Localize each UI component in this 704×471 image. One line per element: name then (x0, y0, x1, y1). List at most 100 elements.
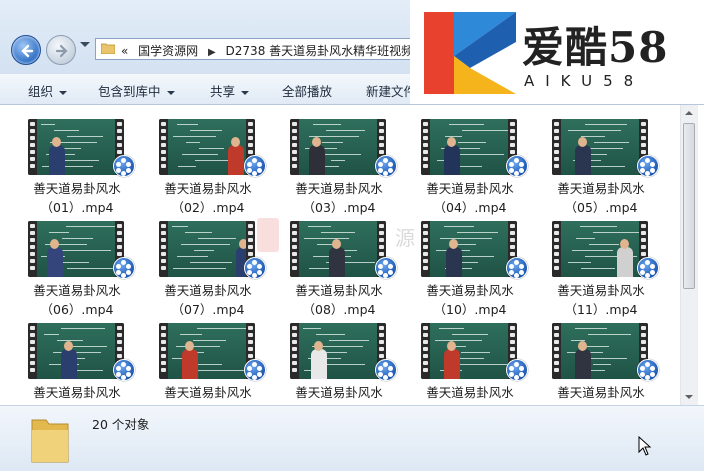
video-thumbnail (421, 119, 517, 175)
file-name-line: 善天道易卦风水 (557, 283, 645, 298)
video-file-tile[interactable]: 善天道易卦风水 （13）.mp4 (149, 315, 267, 405)
folder-icon (31, 419, 69, 463)
video-thumbnail (290, 119, 386, 175)
aiku58-logo: 爱酷58 AIKU58 (410, 0, 704, 104)
share-label: 共享 (210, 84, 236, 99)
chevron-down-icon (241, 90, 250, 95)
video-file-tile[interactable]: 善天道易卦风水 14.mp4 (411, 315, 529, 405)
video-file-tile[interactable]: 善天道易卦风水 （08）.mp4 (280, 213, 398, 317)
scroll-down-arrow-icon[interactable] (685, 395, 693, 399)
file-name: 善天道易卦风水 （10）.mp4 (411, 281, 529, 319)
video-file-tile[interactable]: 善天道易卦风水 （02）.mp4 (149, 111, 267, 215)
video-file-tile[interactable]: 善天道易卦风水 （01）.mp4 (18, 111, 136, 215)
media-player-icon (244, 359, 266, 381)
scroll-up-arrow-icon[interactable] (685, 111, 693, 115)
file-name: 善天道易卦风水 （02）.mp4 (149, 179, 267, 217)
file-name: 善天道易卦风水 （15）.mp4 (280, 383, 398, 405)
folder-icon (101, 43, 115, 54)
file-name-line: 善天道易卦风水 (426, 283, 514, 298)
vertical-scrollbar[interactable] (680, 105, 698, 405)
share-menu[interactable]: 共享 (210, 81, 250, 100)
arrow-left-icon (21, 44, 34, 58)
item-count: 20 个对象 (92, 417, 150, 432)
video-file-tile[interactable]: 善天道易卦风水 （05）.mp4 (542, 111, 660, 215)
media-player-icon (244, 155, 266, 177)
breadcrumb-item[interactable]: D2738 善天道易卦风水精华班视频 (226, 44, 414, 58)
breadcrumb-item[interactable]: 国学资源网 (138, 44, 198, 58)
media-player-icon (375, 257, 397, 279)
file-name-line: 善天道易卦风水 (295, 283, 383, 298)
breadcrumb-overflow[interactable]: « (121, 44, 128, 58)
media-player-icon (113, 257, 135, 279)
file-name-line: 善天道易卦风水 (557, 181, 645, 196)
organize-menu[interactable]: 组织 (28, 81, 68, 100)
file-name-line: 善天道易卦风水 (33, 385, 121, 400)
video-thumbnail (421, 323, 517, 379)
mouse-pointer-icon (638, 436, 652, 456)
chevron-down-icon (166, 90, 175, 95)
file-name: 善天道易卦风水 （13）.mp4 (149, 383, 267, 405)
video-file-tile[interactable]: 善天道易卦风水 （04）.mp4 (411, 111, 529, 215)
file-name-line: 善天道易卦风水 (164, 283, 252, 298)
video-file-tile[interactable]: 善天道易卦风水 （12）.mp4 (18, 315, 136, 405)
file-name-line: 善天道易卦风水 (295, 181, 383, 196)
new-folder-label: 新建文件夹 (366, 84, 410, 99)
video-file-tile[interactable]: 善天道易卦风水 16.mp4 (542, 315, 660, 405)
logo-text: 爱酷58 (522, 23, 669, 72)
aiku58-logo-mark-icon (424, 12, 516, 94)
play-all-label: 全部播放 (282, 84, 333, 99)
file-name-line: 善天道易卦风水 (33, 283, 121, 298)
file-name: 善天道易卦风水 （11）.mp4 (542, 281, 660, 319)
video-file-tile[interactable]: 善天道易卦风水 （15）.mp4 (280, 315, 398, 405)
forward-button[interactable] (46, 35, 76, 65)
video-thumbnail (28, 323, 124, 379)
video-file-tile[interactable]: 善天道易卦风水 （10）.mp4 (411, 213, 529, 317)
file-name-line: 善天道易卦风水 (426, 385, 514, 400)
video-thumbnail (290, 323, 386, 379)
details-pane: 20 个对象 (0, 405, 704, 471)
media-player-icon (637, 155, 659, 177)
recent-pages-dropdown[interactable] (80, 42, 90, 47)
logo-subtext: AIKU58 (524, 72, 645, 90)
breadcrumb[interactable]: « 国学资源网 ▶ D2738 善天道易卦风水精华班视频 (95, 38, 425, 60)
video-file-tile[interactable]: 善天道易卦风水 （11）.mp4 (542, 213, 660, 317)
video-thumbnail (552, 323, 648, 379)
video-thumbnail (28, 119, 124, 175)
include-library-label: 包含到库中 (98, 84, 161, 99)
file-name: 善天道易卦风水 （03）.mp4 (280, 179, 398, 217)
watermark (257, 218, 279, 252)
new-folder-button[interactable]: 新建文件夹 (366, 81, 410, 100)
media-player-icon (506, 155, 528, 177)
scrollbar-thumb[interactable] (683, 123, 695, 289)
media-player-icon (506, 257, 528, 279)
video-thumbnail (159, 323, 255, 379)
file-name: 善天道易卦风水 （12）.mp4 (18, 383, 136, 405)
video-file-tile[interactable]: 善天道易卦风水 （07）.mp4 (149, 213, 267, 317)
video-file-tile[interactable]: 善天道易卦风水 （03）.mp4 (280, 111, 398, 215)
back-button[interactable] (11, 35, 41, 65)
media-player-icon (637, 257, 659, 279)
file-name: 善天道易卦风水 （08）.mp4 (280, 281, 398, 319)
breadcrumb-separator-icon[interactable]: ▶ (208, 47, 216, 58)
video-thumbnail (552, 221, 648, 277)
file-name: 善天道易卦风水 （06）.mp4 (18, 281, 136, 319)
file-name: 善天道易卦风水 14.mp4 (411, 383, 529, 405)
media-player-icon (113, 359, 135, 381)
video-thumbnail (159, 221, 255, 277)
file-name: 善天道易卦风水 16.mp4 (542, 383, 660, 405)
file-name-line: 善天道易卦风水 (426, 181, 514, 196)
video-thumbnail (421, 221, 517, 277)
play-all-button[interactable]: 全部播放 (282, 81, 332, 100)
video-file-tile[interactable]: 善天道易卦风水 （06）.mp4 (18, 213, 136, 317)
media-player-icon (113, 155, 135, 177)
include-library-menu[interactable]: 包含到库中 (98, 81, 175, 100)
media-player-icon (375, 155, 397, 177)
file-name: 善天道易卦风水 （01）.mp4 (18, 179, 136, 217)
media-player-icon (375, 359, 397, 381)
file-name-line: 善天道易卦风水 (295, 385, 383, 400)
video-thumbnail (28, 221, 124, 277)
file-name-line: 善天道易卦风水 (164, 385, 252, 400)
organize-label: 组织 (28, 84, 54, 99)
media-player-icon (506, 359, 528, 381)
file-name-line: 善天道易卦风水 (557, 385, 645, 400)
